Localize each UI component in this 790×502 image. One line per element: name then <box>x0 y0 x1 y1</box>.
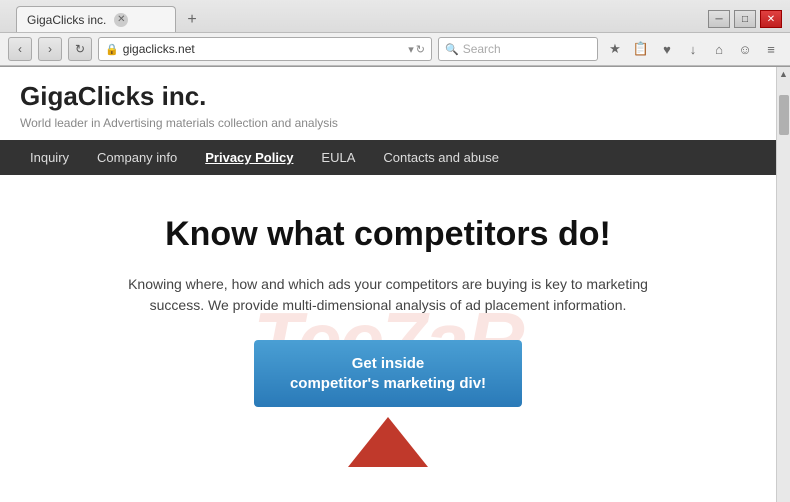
url-bar[interactable]: 🔒 gigaclicks.net ▾ ↻ <box>98 37 432 61</box>
site-nav: Inquiry Company info Privacy Policy EULA… <box>0 140 776 175</box>
nav-contacts-abuse[interactable]: Contacts and abuse <box>369 140 513 175</box>
scrollbar[interactable]: ▲ <box>776 67 790 502</box>
cta-line2: competitor's marketing div! <box>290 375 486 392</box>
nav-eula[interactable]: EULA <box>307 140 369 175</box>
tab-close-button[interactable]: ✕ <box>114 13 128 27</box>
tab-label: GigaClicks inc. <box>27 13 106 27</box>
address-bar: ‹ › ↻ 🔒 gigaclicks.net ▾ ↻ 🔍 Search ★ 📋 … <box>0 32 790 66</box>
page-content: GigaClicks inc. World leader in Advertis… <box>0 67 776 502</box>
forward-button[interactable]: › <box>38 37 62 61</box>
nav-privacy-policy[interactable]: Privacy Policy <box>191 140 307 175</box>
menu-icon[interactable]: ≡ <box>760 38 782 60</box>
download-icon[interactable]: ↓ <box>682 38 704 60</box>
search-placeholder: Search <box>463 42 501 56</box>
home-icon[interactable]: ⌂ <box>708 38 730 60</box>
search-icon: 🔍 <box>445 43 459 56</box>
url-secure-icon: 🔒 <box>105 43 119 56</box>
new-tab-button[interactable]: + <box>180 8 204 32</box>
search-bar[interactable]: 🔍 Search <box>438 37 598 61</box>
url-text: gigaclicks.net <box>123 42 405 56</box>
pocket-icon[interactable]: ♥ <box>656 38 678 60</box>
site-header: GigaClicks inc. World leader in Advertis… <box>0 67 776 140</box>
back-button[interactable]: ‹ <box>8 37 32 61</box>
tab-bar: GigaClicks inc. ✕ + <box>8 6 708 32</box>
hero-headline: Know what competitors do! <box>40 215 736 254</box>
site-subtitle: World leader in Advertising materials co… <box>20 116 756 130</box>
window-chrome: GigaClicks inc. ✕ + ─ □ ✕ ‹ › ↻ 🔒 gigacl… <box>0 0 790 67</box>
hero-section: Tee7aR Know what competitors do! Knowing… <box>0 175 776 502</box>
scrollbar-up[interactable]: ▲ <box>777 67 790 81</box>
nav-company-info[interactable]: Company info <box>83 140 191 175</box>
site-title: GigaClicks inc. <box>20 81 756 112</box>
minimize-button[interactable]: ─ <box>708 10 730 28</box>
maximize-button[interactable]: □ <box>734 10 756 28</box>
active-tab[interactable]: GigaClicks inc. ✕ <box>16 6 176 32</box>
browser-content: GigaClicks inc. World leader in Advertis… <box>0 67 790 502</box>
url-reload-icon[interactable]: ↻ <box>416 43 425 56</box>
win-controls-right: ─ □ ✕ <box>708 10 782 28</box>
triangle-icon <box>348 417 428 467</box>
nav-inquiry[interactable]: Inquiry <box>16 140 83 175</box>
cta-line1: Get inside <box>352 355 425 372</box>
url-dropdown-icon[interactable]: ▾ <box>408 43 414 56</box>
refresh-button[interactable]: ↻ <box>68 37 92 61</box>
scrollbar-thumb[interactable] <box>779 95 789 135</box>
close-button[interactable]: ✕ <box>760 10 782 28</box>
hero-body: Knowing where, how and which ads your co… <box>128 274 648 316</box>
bookmark-icon[interactable]: ★ <box>604 38 626 60</box>
url-actions: ▾ ↻ <box>408 43 425 56</box>
profile-icon[interactable]: ☺ <box>734 38 756 60</box>
triangle-decoration <box>40 407 736 477</box>
title-bar: GigaClicks inc. ✕ + ─ □ ✕ <box>0 0 790 32</box>
toolbar-icons: ★ 📋 ♥ ↓ ⌂ ☺ ≡ <box>604 38 782 60</box>
reading-icon[interactable]: 📋 <box>630 38 652 60</box>
cta-button[interactable]: Get inside competitor's marketing div! <box>254 340 522 407</box>
